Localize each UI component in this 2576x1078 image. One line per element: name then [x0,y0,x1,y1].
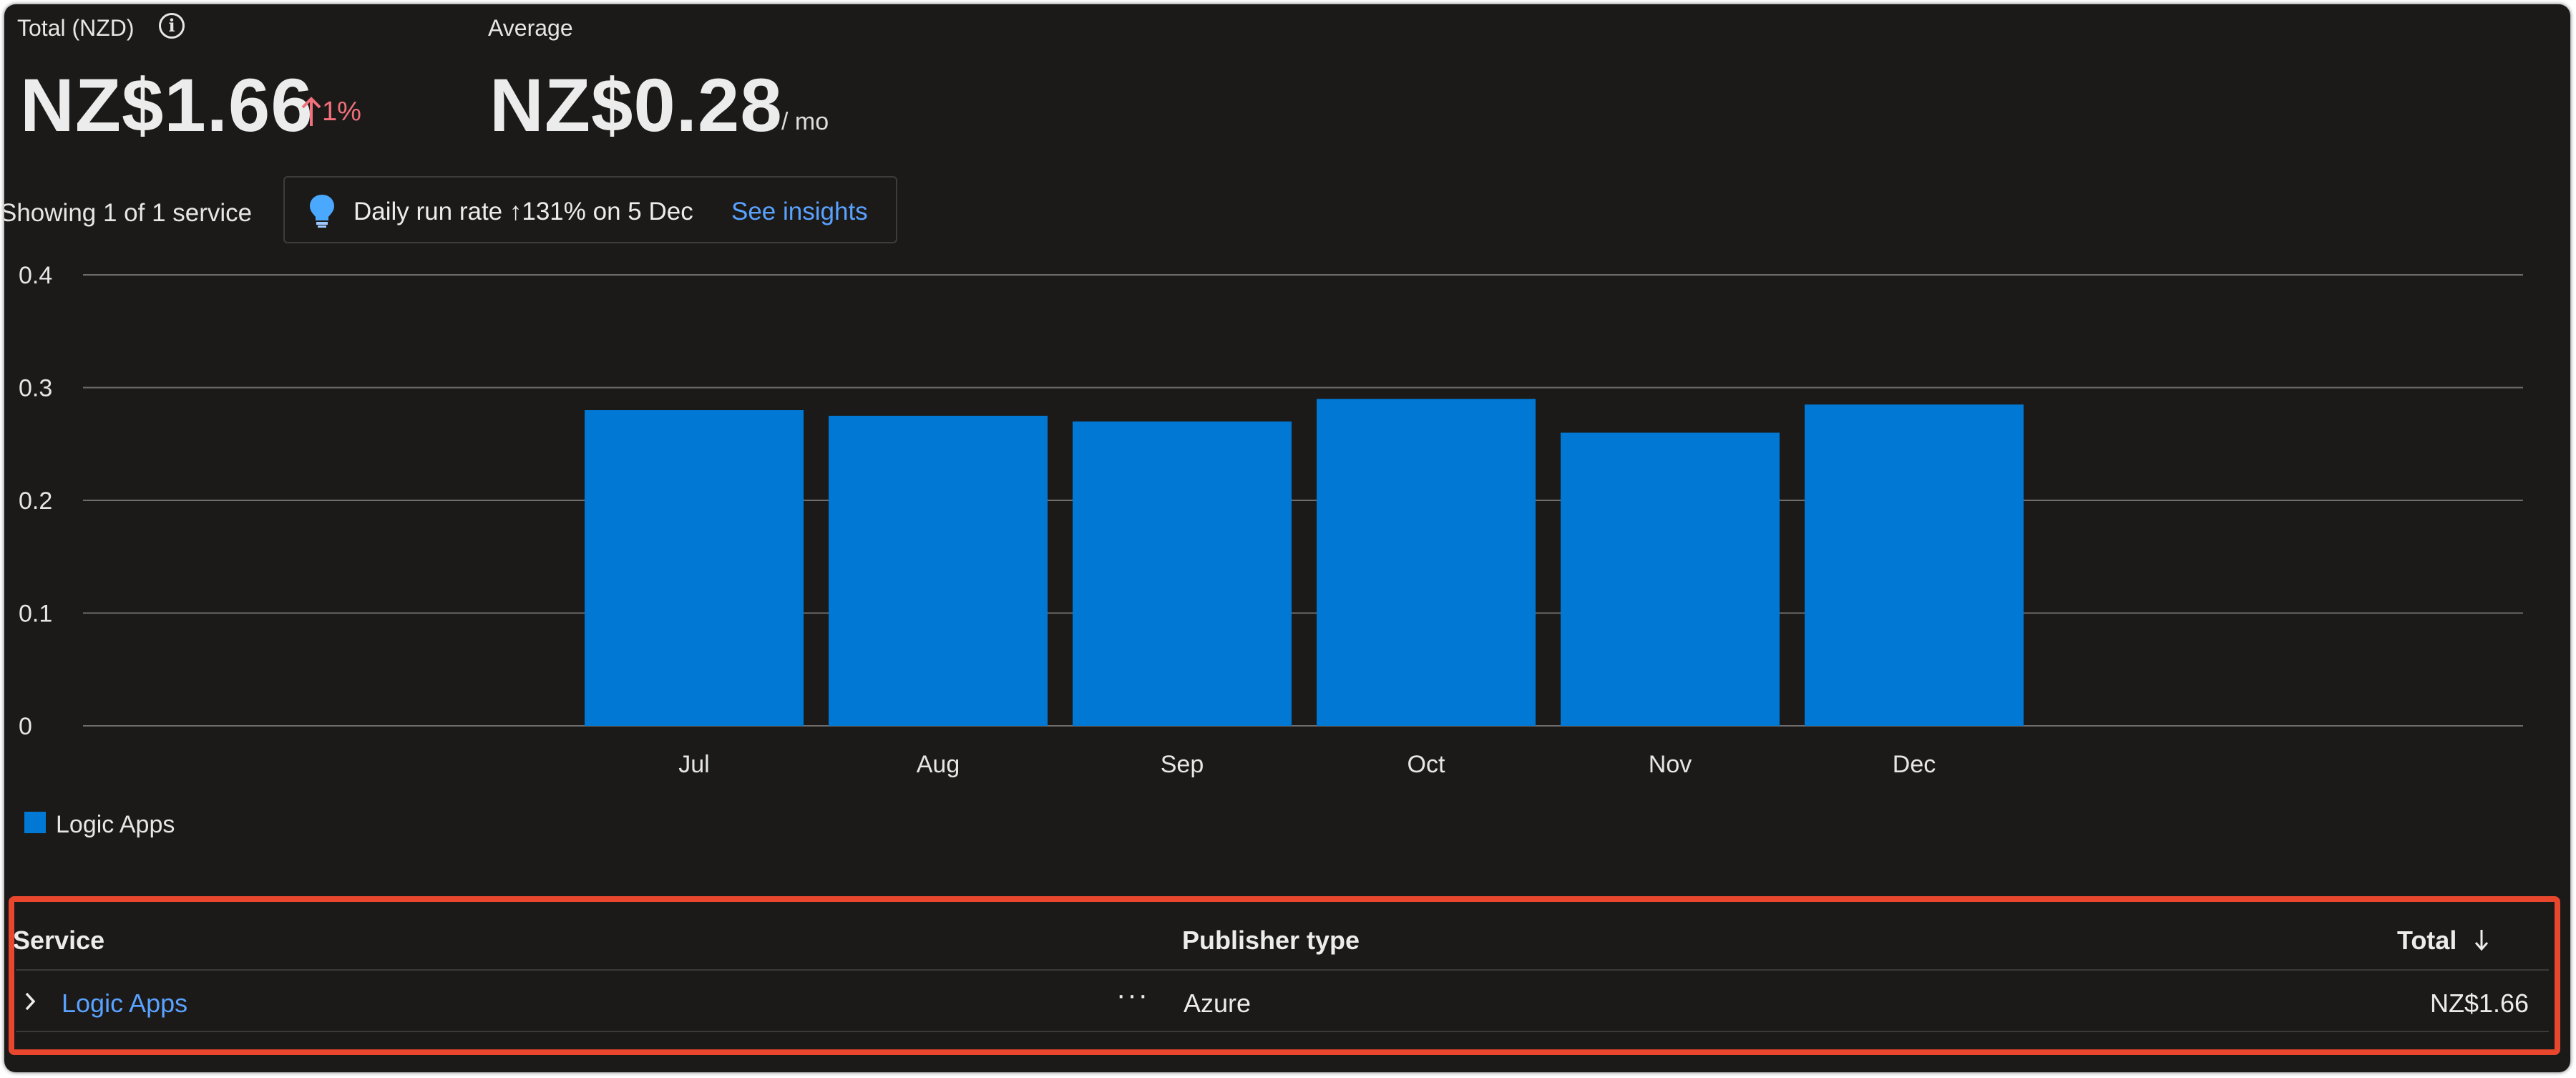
bar-sep[interactable] [1073,421,1292,726]
cost-bar-chart: 0 0.1 0.2 0.3 0.4 Jul Aug Sep Oct Nov Dec [19,262,2523,778]
legend-label-logic-apps[interactable]: Logic Apps [56,811,175,839]
bar-dec[interactable] [1805,404,2024,726]
x-tick-label-aug: Aug [917,751,960,778]
x-tick-label-jul: Jul [678,751,709,778]
y-tick-label: 0 [19,713,32,740]
bar-nov[interactable] [1561,432,1780,727]
y-tick-label: 0.3 [19,375,52,402]
x-tick-label-dec: Dec [1893,751,1936,778]
x-tick-label-nov: Nov [1649,751,1692,778]
legend-swatch-logic-apps[interactable] [24,812,46,833]
y-tick-label: 0.4 [19,262,52,289]
x-tick-label-oct: Oct [1407,751,1445,778]
bar-oct[interactable] [1317,399,1536,726]
bar-jul[interactable] [585,410,804,726]
y-tick-label: 0.2 [19,487,52,515]
highlight-annotation-box [9,896,2560,1055]
x-tick-label-sep: Sep [1161,751,1204,778]
bar-aug[interactable] [829,415,1048,726]
y-tick-label: 0.1 [19,601,52,628]
